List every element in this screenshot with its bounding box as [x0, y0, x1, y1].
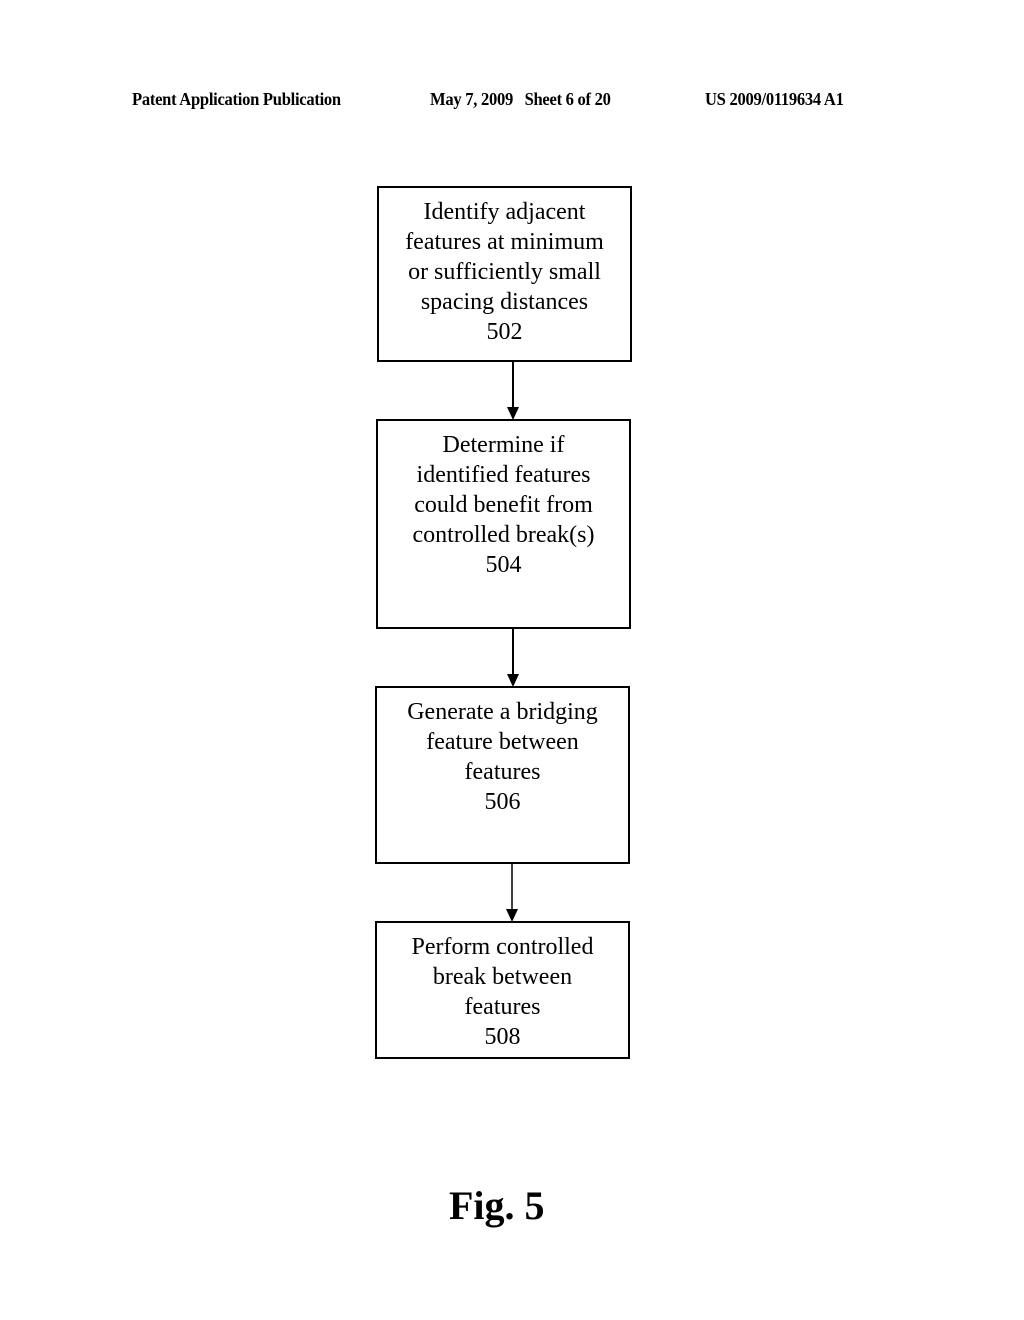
- step-text-line: or sufficiently small: [408, 259, 601, 285]
- publication-number: US 2009/0119634 A1: [705, 89, 844, 109]
- arrow-504-to-506: [507, 629, 519, 687]
- figure-label: Fig. 5: [449, 1183, 545, 1228]
- publication-type: Patent Application Publication: [132, 89, 341, 109]
- step-text-line: feature between: [426, 729, 579, 755]
- step-text-line: Determine if: [442, 432, 565, 458]
- step-text-line: features at minimum: [405, 229, 604, 255]
- step-text-line: Perform controlled: [411, 934, 594, 960]
- step-text-line: break between: [432, 964, 573, 990]
- step-text-line: Generate a bridging: [407, 699, 598, 725]
- step-text-line: spacing distances: [420, 289, 589, 315]
- step-text-line: Identify adjacent: [423, 199, 586, 225]
- step-box-502: Identify adjacent features at minimum or…: [377, 186, 632, 362]
- step-text-line: features: [464, 759, 541, 785]
- step-ref-number: 504: [485, 552, 522, 578]
- arrow-506-to-508: [506, 864, 518, 922]
- step-text-line: could benefit from: [414, 492, 593, 518]
- step-ref-number: 506: [484, 789, 521, 815]
- step-box-506: Generate a bridging feature between feat…: [375, 686, 630, 864]
- step-ref-number: 508: [484, 1024, 521, 1050]
- step-text-line: identified features: [416, 462, 591, 488]
- step-ref-number: 502: [486, 319, 523, 345]
- step-text-line: controlled break(s): [412, 522, 595, 548]
- step-box-504: Determine if identified features could b…: [376, 419, 631, 629]
- step-box-508: Perform controlled break between feature…: [375, 921, 630, 1059]
- arrow-502-to-504: [507, 362, 519, 420]
- step-text-line: features: [464, 994, 541, 1020]
- publication-date-sheet: May 7, 2009 Sheet 6 of 20: [430, 89, 611, 109]
